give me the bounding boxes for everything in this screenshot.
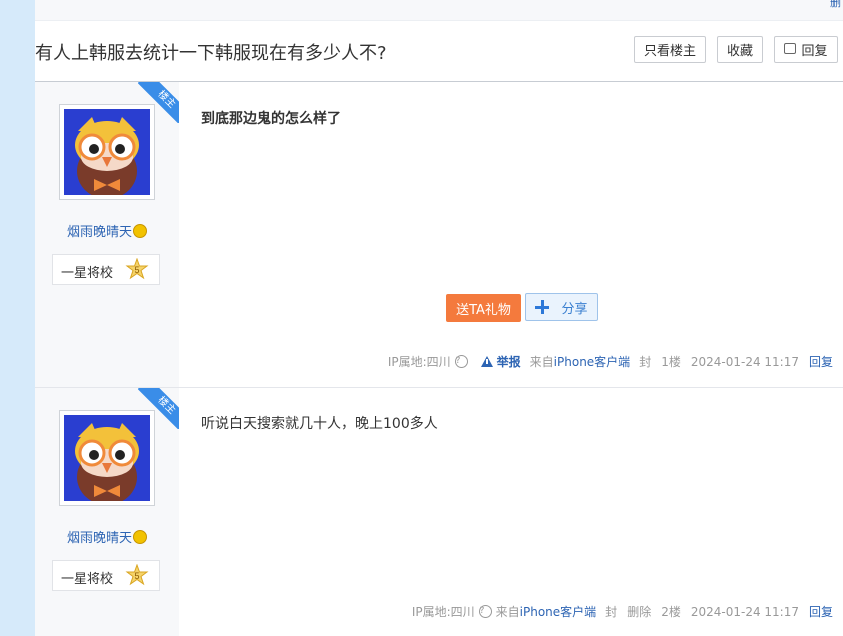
- post-content: 到底那边鬼的怎么样了: [201, 111, 341, 127]
- thread-title: 有人上韩服去统计一下韩服现在有多少人不?: [35, 43, 387, 64]
- help-icon[interactable]: ?: [478, 605, 492, 618]
- ip-location: IP属地:四川?: [412, 603, 492, 620]
- author-column: 楼主 烟雨晚晴天 一星将校 5: [35, 388, 179, 636]
- comment-icon: [784, 43, 797, 54]
- author-column: 楼主 烟雨晚晴天 一星将校 5: [35, 82, 179, 387]
- client-prefix: 来自: [529, 355, 554, 369]
- ip-location-text: IP属地:四川: [387, 355, 451, 369]
- post-floor-1: 楼主 烟雨晚晴天 一星将校 5 到底那边鬼的怎么样了 送TA礼物 分享 IP属地…: [35, 82, 843, 388]
- author-name[interactable]: 烟雨晚晴天: [35, 221, 179, 240]
- share-button[interactable]: 分享: [525, 293, 598, 321]
- top-strip: 删: [35, 0, 843, 21]
- post-time: 2024-01-24 11:17: [690, 604, 799, 619]
- post-floor-2: 楼主 烟雨晚晴天 一星将校 5 听说白天搜索就几十人，晚上100多人 IP属地:…: [35, 388, 843, 636]
- top-strip-link[interactable]: 删: [830, 0, 841, 10]
- floor-reply-link[interactable]: 回复: [809, 603, 833, 620]
- left-rail: [0, 0, 35, 636]
- author-name-text: 烟雨晚晴天: [66, 531, 132, 546]
- plus-icon: [535, 300, 550, 314]
- ip-location-text: IP属地:四川: [411, 605, 475, 619]
- owl-avatar-image: [64, 415, 150, 501]
- client-link[interactable]: iPhone客户端: [554, 353, 631, 370]
- rank-box[interactable]: 一星将校 5: [52, 560, 160, 591]
- client-source: 来自 iPhone客户端: [530, 353, 631, 370]
- delete-link[interactable]: 删除: [627, 603, 651, 620]
- post-tail: IP属地:四川? 举报 来自 iPhone客户端 封 1楼 2024-01-24 …: [388, 353, 833, 370]
- avatar[interactable]: [59, 104, 155, 200]
- only-op-label: 只看楼主: [643, 44, 696, 59]
- ip-location: IP属地:四川?: [388, 353, 468, 370]
- level-number: 5: [134, 265, 139, 275]
- gift-label: 送TA礼物: [456, 302, 511, 318]
- sun-icon: [133, 530, 147, 544]
- favorite-button[interactable]: 收藏: [717, 36, 763, 63]
- block-link[interactable]: 封: [605, 603, 617, 620]
- level-star-icon: 5: [125, 258, 149, 280]
- post-time: 2024-01-24 11:17: [690, 354, 799, 369]
- sun-icon: [133, 224, 147, 238]
- author-name[interactable]: 烟雨晚晴天: [35, 527, 179, 546]
- author-name-text: 烟雨晚晴天: [66, 225, 132, 240]
- post-tail: IP属地:四川? 来自 iPhone客户端 封 删除 2楼 2024-01-24 …: [412, 603, 833, 620]
- rank-title: 一星将校: [61, 266, 114, 281]
- report-link[interactable]: 举报: [480, 353, 521, 370]
- owl-avatar-image: [64, 109, 150, 195]
- floor-number: 1楼: [661, 355, 681, 369]
- report-label: 举报: [496, 355, 521, 369]
- send-gift-button[interactable]: 送TA礼物: [446, 294, 521, 322]
- floor-number: 2楼: [661, 605, 681, 619]
- rank-title: 一星将校: [61, 572, 114, 587]
- reply-button[interactable]: 回复: [774, 36, 838, 63]
- block-link[interactable]: 封: [639, 353, 651, 370]
- thread-title-bar: 有人上韩服去统计一下韩服现在有多少人不? 只看楼主 收藏 回复: [35, 21, 843, 82]
- favorite-label: 收藏: [726, 44, 753, 59]
- level-star-icon: 5: [125, 564, 149, 586]
- share-label: 分享: [561, 301, 588, 317]
- avatar[interactable]: [59, 410, 155, 506]
- post-content: 听说白天搜索就几十人，晚上100多人: [201, 416, 438, 432]
- client-link[interactable]: iPhone客户端: [520, 603, 597, 620]
- help-icon[interactable]: ?: [454, 355, 468, 368]
- level-number: 5: [134, 571, 139, 581]
- client-source: 来自 iPhone客户端: [496, 603, 597, 620]
- reply-label: 回复: [801, 44, 828, 59]
- rank-box[interactable]: 一星将校 5: [52, 254, 160, 285]
- floor-reply-link[interactable]: 回复: [809, 353, 833, 370]
- client-prefix: 来自: [495, 605, 520, 619]
- only-op-button[interactable]: 只看楼主: [634, 36, 706, 63]
- warning-icon: [480, 356, 493, 367]
